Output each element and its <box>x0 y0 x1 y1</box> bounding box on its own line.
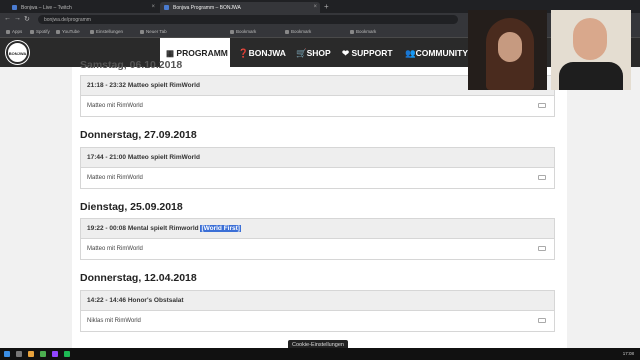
close-tab-icon[interactable]: × <box>151 4 155 10</box>
start-icon[interactable] <box>4 351 10 357</box>
event-desc: Matteo mit RimWorld <box>87 246 143 252</box>
twitch-favicon-icon <box>12 5 17 10</box>
menu-shop[interactable]: 🛒SHOP <box>296 38 331 67</box>
bookmark-item[interactable]: Neuer Tab <box>140 29 167 34</box>
schedule-list: Samstag, 06.10.2018 21:18 - 23:32 Matteo… <box>72 59 567 348</box>
day-heading: Dienstag, 25.09.2018 <box>80 201 183 213</box>
bookmark-item[interactable]: Bookmark <box>285 29 311 34</box>
comment-icon[interactable] <box>538 175 546 180</box>
forward-icon[interactable]: → <box>14 15 21 22</box>
reload-icon[interactable]: ↻ <box>24 15 30 23</box>
tab-bonjwa-programm[interactable]: Bonjwa Programm – BONJWA × <box>160 2 320 13</box>
day-heading: Donnerstag, 27.09.2018 <box>80 129 197 141</box>
bookmark-item[interactable]: YouTube <box>56 29 80 34</box>
bonjwa-logo[interactable]: BONJWA <box>6 41 29 64</box>
users-icon: 👥 <box>405 48 416 58</box>
bookmark-item[interactable]: Bookmark <box>230 29 256 34</box>
cart-icon: 🛒 <box>296 48 307 58</box>
day-heading: Donnerstag, 12.04.2018 <box>80 272 197 284</box>
twitch-icon[interactable] <box>52 351 58 357</box>
menu-support[interactable]: ❤ SUPPORT <box>342 38 393 67</box>
tab-twitch[interactable]: Bonjwa – Live – Twitch × <box>8 2 158 13</box>
close-tab-icon[interactable]: × <box>313 4 317 10</box>
day-heading: Samstag, 06.10.2018 <box>80 59 183 71</box>
bonjwa-favicon-icon <box>164 5 169 10</box>
webcam-right <box>551 10 631 90</box>
comment-icon[interactable] <box>538 103 546 108</box>
event-desc: Matteo mit RimWorld <box>87 175 143 181</box>
spotify-icon[interactable] <box>64 351 70 357</box>
event-time: 14:22 - 14:46 Honor's Obstsalat <box>81 291 554 311</box>
bookmark-item[interactable]: Apps <box>6 29 22 34</box>
url-input[interactable]: bonjwa.de/programm <box>38 15 458 24</box>
comment-icon[interactable] <box>538 246 546 251</box>
event-time: 19:22 - 00:08 Mental spielt Rimworld <box>87 225 199 232</box>
bookmark-item[interactable]: Bookmark <box>350 29 376 34</box>
webcam-left <box>468 10 547 90</box>
bookmark-item[interactable]: Spotify <box>30 29 50 34</box>
event-card: 14:22 - 14:46 Honor's Obstsalat Niklas m… <box>80 290 555 332</box>
calendar-icon: ▦ <box>166 48 177 58</box>
clock: 17:08 <box>622 351 634 356</box>
question-icon: ❓ <box>238 48 249 58</box>
comment-icon[interactable] <box>538 318 546 323</box>
search-icon[interactable] <box>16 351 22 357</box>
event-card: 19:22 - 00:08 Mental spielt Rimworld [Wo… <box>80 218 555 260</box>
event-desc: Matteo mit RimWorld <box>87 103 143 109</box>
menu-community[interactable]: 👥COMMUNITY <box>405 38 468 67</box>
back-icon[interactable]: ← <box>4 15 11 22</box>
new-tab-icon[interactable]: + <box>324 2 329 11</box>
event-card: 17:44 - 21:00 Matteo spielt RimWorld Mat… <box>80 147 555 189</box>
taskbar: 17:08 <box>0 348 640 360</box>
event-desc: Niklas mit RimWorld <box>87 318 141 324</box>
chrome-icon[interactable] <box>40 351 46 357</box>
event-time: 17:44 - 21:00 Matteo spielt RimWorld <box>81 148 554 168</box>
highlighted-text: [World First] <box>200 225 241 232</box>
bookmark-item[interactable]: Einstellungen <box>90 29 123 34</box>
explorer-icon[interactable] <box>28 351 34 357</box>
menu-bonjwa[interactable]: ❓BONJWA <box>238 38 286 67</box>
